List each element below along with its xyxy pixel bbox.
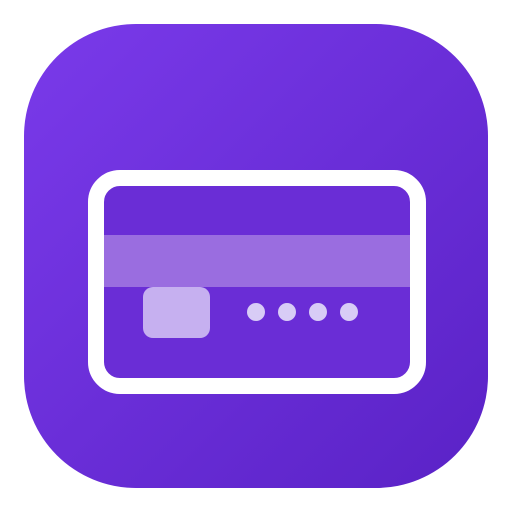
masked-digit-dot <box>247 303 265 321</box>
credit-card-icon <box>24 24 488 488</box>
masked-digit-dot <box>340 303 358 321</box>
masked-digit-dot <box>278 303 296 321</box>
masked-digit-dot <box>309 303 327 321</box>
card-chip <box>143 287 210 338</box>
magnetic-stripe <box>96 235 418 287</box>
credit-card-app-icon[interactable] <box>0 0 512 512</box>
